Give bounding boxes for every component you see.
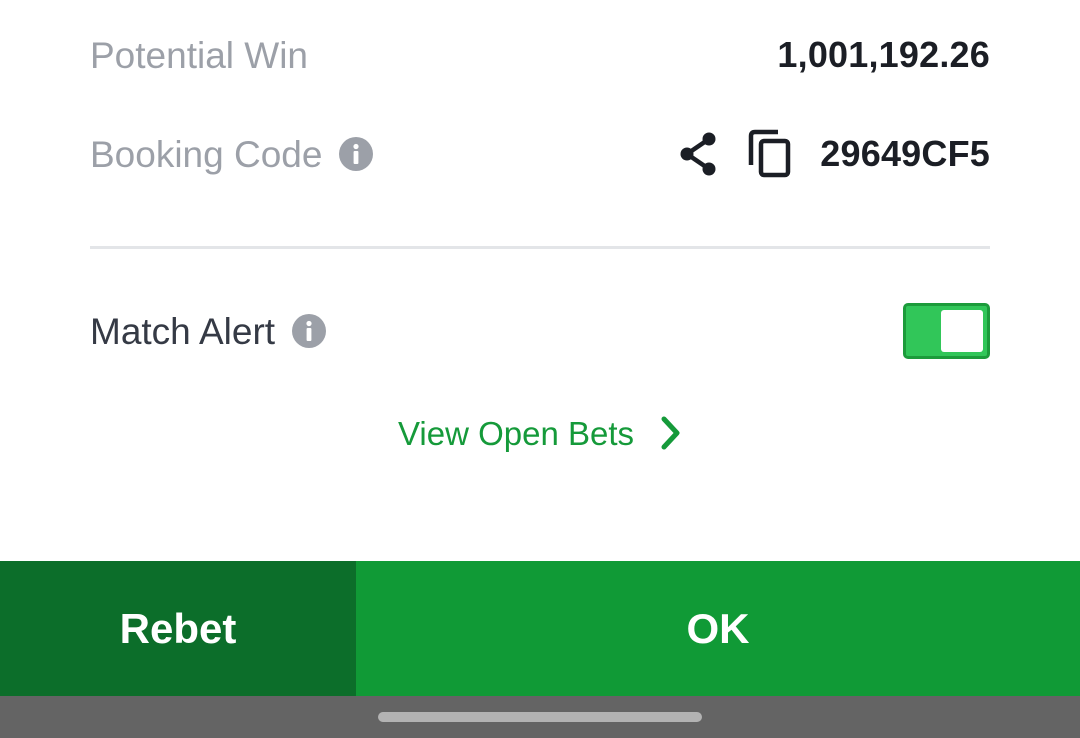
ok-button[interactable]: OK: [356, 561, 1080, 696]
potential-win-row: Potential Win 1,001,192.26: [90, 28, 990, 82]
booking-code-value: 29649CF5: [820, 133, 990, 174]
match-alert-info-icon[interactable]: [292, 314, 327, 348]
potential-win-value: 1,001,192.26: [777, 34, 990, 75]
divider: [90, 246, 990, 249]
home-gesture-handle[interactable]: [378, 712, 702, 722]
match-alert-label-group: Match Alert: [90, 310, 327, 352]
toggle-knob: [941, 310, 983, 352]
action-bar: Rebet OK: [0, 561, 1080, 696]
booking-code-info-icon[interactable]: [339, 137, 374, 171]
copy-icon[interactable]: [748, 129, 794, 179]
match-alert-row: Match Alert: [90, 302, 990, 360]
chevron-right-icon: [660, 415, 682, 451]
booking-code-row: Booking Code 29649CF5: [90, 126, 990, 182]
rebet-button[interactable]: Rebet: [0, 561, 356, 696]
booking-code-actions: 29649CF5: [676, 129, 990, 179]
booking-code-label-group: Booking Code: [90, 133, 374, 175]
potential-win-label: Potential Win: [90, 34, 308, 76]
share-icon[interactable]: [676, 130, 720, 178]
booking-code-label: Booking Code: [90, 133, 323, 175]
match-alert-label: Match Alert: [90, 310, 276, 352]
system-navigation-bar: [0, 696, 1080, 738]
view-open-bets-link[interactable]: View Open Bets: [0, 415, 1080, 451]
view-open-bets-label: View Open Bets: [397, 414, 635, 452]
match-alert-toggle[interactable]: [903, 303, 990, 359]
